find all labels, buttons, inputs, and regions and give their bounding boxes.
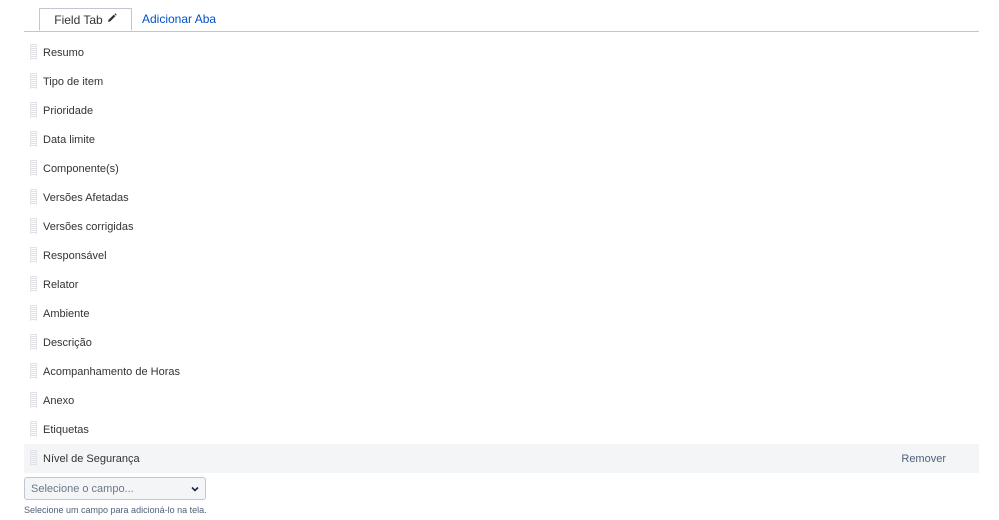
- field-row-security-level[interactable]: Nível de Segurança Remover: [24, 444, 979, 473]
- drag-handle-icon[interactable]: [30, 131, 37, 147]
- field-row[interactable]: Etiquetas: [24, 415, 979, 444]
- drag-handle-icon[interactable]: [30, 247, 37, 263]
- field-label: Ambiente: [43, 307, 90, 320]
- add-field-help-text: Selecione um campo para adicioná-lo na t…: [24, 505, 207, 515]
- drag-handle-icon[interactable]: [30, 276, 37, 292]
- drag-handle-icon[interactable]: [30, 218, 37, 234]
- field-label: Anexo: [43, 394, 75, 407]
- tab-label: Field Tab: [54, 12, 103, 27]
- field-label: Resumo: [43, 46, 84, 59]
- field-label: Etiquetas: [43, 423, 89, 436]
- field-label: Acompanhamento de Horas: [43, 365, 180, 378]
- drag-handle-icon[interactable]: [30, 189, 37, 205]
- tab-field-tab[interactable]: Field Tab: [39, 8, 132, 31]
- field-label: Descrição: [43, 336, 92, 349]
- drag-handle-icon[interactable]: [30, 305, 37, 321]
- field-row[interactable]: Prioridade: [24, 96, 979, 125]
- field-row[interactable]: Responsável: [24, 241, 979, 270]
- field-label: Componente(s): [43, 162, 119, 175]
- field-row[interactable]: Tipo de item: [24, 67, 979, 96]
- chevron-down-icon: [190, 484, 200, 494]
- drag-handle-icon[interactable]: [30, 363, 37, 379]
- field-row[interactable]: Versões Afetadas: [24, 183, 979, 212]
- field-row[interactable]: Data limite: [24, 125, 979, 154]
- drag-handle-icon[interactable]: [30, 450, 37, 466]
- field-row[interactable]: Relator: [24, 270, 979, 299]
- field-label: Data limite: [43, 133, 95, 146]
- field-label: Tipo de item: [43, 75, 104, 88]
- drag-handle-icon[interactable]: [30, 44, 37, 60]
- field-row[interactable]: Anexo: [24, 386, 979, 415]
- field-row[interactable]: Descrição: [24, 328, 979, 357]
- add-tab-link[interactable]: Adicionar Aba: [142, 12, 216, 26]
- drag-handle-icon[interactable]: [30, 392, 37, 408]
- field-row[interactable]: Resumo: [24, 38, 979, 67]
- field-list: Resumo Tipo de item Prioridade Data limi…: [24, 38, 979, 473]
- field-row[interactable]: Ambiente: [24, 299, 979, 328]
- field-label: Responsável: [43, 249, 107, 262]
- field-label: Nível de Segurança: [43, 452, 140, 465]
- add-field-select-value: Selecione o campo...: [31, 482, 134, 495]
- field-label: Relator: [43, 278, 79, 291]
- field-label: Prioridade: [43, 104, 94, 117]
- drag-handle-icon[interactable]: [30, 73, 37, 89]
- drag-handle-icon[interactable]: [30, 160, 37, 176]
- add-field-select[interactable]: Selecione o campo...: [24, 477, 206, 500]
- pencil-icon[interactable]: [107, 12, 117, 23]
- field-row[interactable]: Componente(s): [24, 154, 979, 183]
- field-row[interactable]: Versões corrigidas: [24, 212, 979, 241]
- remove-field-link[interactable]: Remover: [901, 453, 946, 465]
- tab-bar: Field Tab Adicionar Aba: [24, 8, 979, 32]
- drag-handle-icon[interactable]: [30, 421, 37, 437]
- field-label: Versões Afetadas: [43, 191, 129, 204]
- field-row[interactable]: Acompanhamento de Horas: [24, 357, 979, 386]
- field-label: Versões corrigidas: [43, 220, 134, 233]
- drag-handle-icon[interactable]: [30, 102, 37, 118]
- drag-handle-icon[interactable]: [30, 334, 37, 350]
